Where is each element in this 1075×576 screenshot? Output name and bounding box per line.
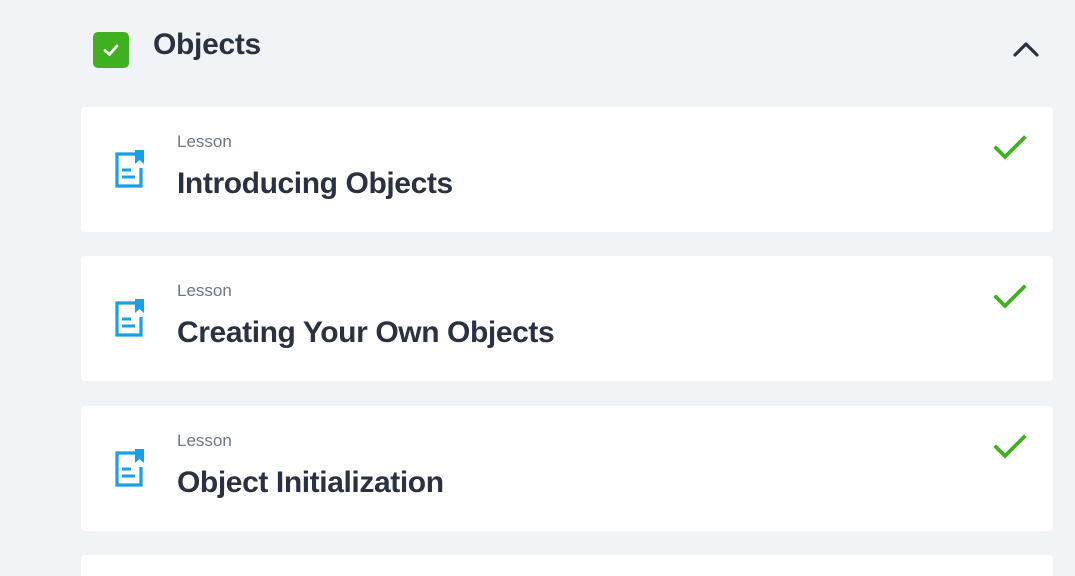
lesson-card[interactable]: Lesson Introducing Objects <box>81 107 1053 232</box>
lesson-card[interactable]: Lesson Object Initialization <box>81 406 1053 531</box>
lesson-type-label: Lesson <box>177 431 232 450</box>
lesson-card-partial[interactable] <box>81 555 1053 576</box>
section-header[interactable]: Objects <box>0 0 1075 100</box>
lesson-card[interactable]: Lesson Creating Your Own Objects <box>81 256 1053 381</box>
section-title: Objects <box>153 28 261 61</box>
chevron-up-icon <box>1013 42 1039 57</box>
checkmark-icon <box>993 135 1027 160</box>
checkmark-icon <box>993 434 1027 459</box>
section-complete-checkbox-icon <box>93 32 129 68</box>
document-icon <box>115 150 144 188</box>
lesson-type-label: Lesson <box>177 281 232 300</box>
checkmark-icon <box>993 284 1027 309</box>
lesson-title-link[interactable]: Introducing Objects <box>177 167 453 201</box>
document-icon <box>115 299 144 337</box>
lesson-title-link[interactable]: Creating Your Own Objects <box>177 316 555 350</box>
lesson-type-label: Lesson <box>177 132 232 151</box>
collapse-section-button[interactable] <box>1008 32 1044 66</box>
lesson-title-link[interactable]: Object Initialization <box>177 466 444 500</box>
document-icon <box>115 449 144 487</box>
